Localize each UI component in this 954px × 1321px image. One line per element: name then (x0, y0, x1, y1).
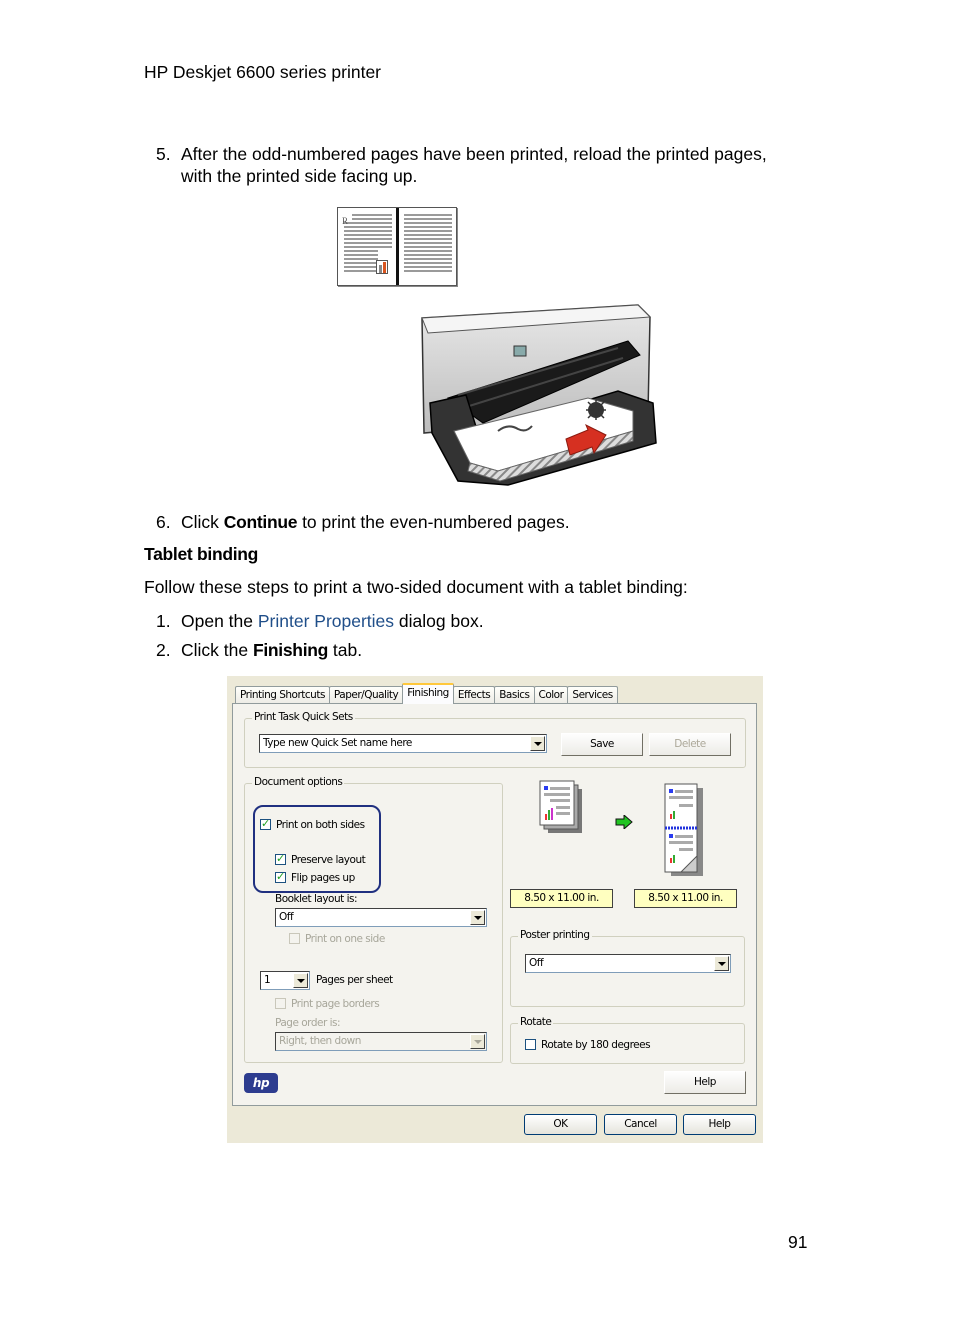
output-size-badge: 8.50 x 11.00 in. (634, 889, 737, 908)
quick-set-name-value: Type new Quick Set name here (263, 737, 412, 749)
tab-effects[interactable]: Effects (452, 686, 496, 704)
step-text: Click Continue to print the even-numbere… (181, 511, 570, 533)
print-both-sides-checkbox[interactable]: Print on both sides (260, 817, 365, 832)
quick-sets-group: Print Task Quick Sets Type new Quick Set… (244, 711, 746, 768)
preserve-layout-label: Preserve layout (291, 854, 366, 866)
print-page-borders-checkbox[interactable]: Print page borders (275, 998, 380, 1011)
panel-help-button[interactable]: Help (664, 1071, 746, 1094)
tab-color[interactable]: Color (533, 686, 569, 704)
step-text-prefix: Click (181, 512, 224, 532)
poster-printing-value: Off (529, 957, 544, 969)
continue-button-reference: Continue (223, 512, 298, 532)
tab-services[interactable]: Services (567, 686, 618, 704)
step-text-suffix: to print the even-numbered pages. (297, 512, 570, 532)
checkbox-unchecked-icon (275, 998, 286, 1009)
preserve-layout-checkbox[interactable]: Preserve layout (275, 852, 366, 867)
booklet-layout-combo[interactable]: Off (275, 908, 487, 927)
step-text-prefix: Click the (181, 640, 253, 660)
tab-basics[interactable]: Basics (494, 686, 535, 704)
chevron-down-icon[interactable] (470, 1034, 485, 1049)
print-both-sides-label: Print on both sides (276, 819, 365, 831)
step-text-prefix: Open the (181, 611, 258, 631)
single-page-preview-icon (539, 780, 582, 833)
booklet-layout-value: Off (279, 911, 294, 923)
flip-pages-up-label: Flip pages up (291, 872, 355, 884)
quick-set-name-combo[interactable]: Type new Quick Set name here (259, 734, 547, 753)
hp-logo-icon: hp (244, 1073, 278, 1093)
booklet-layout-label: Booklet layout is: (275, 893, 358, 905)
rotate-group: Rotate Rotate by 180 degrees (510, 1016, 745, 1064)
tablet-bound-preview-icon (664, 783, 703, 876)
print-page-borders-label: Print page borders (291, 998, 380, 1010)
step-text-line1: After the odd-numbered pages have been p… (181, 144, 767, 164)
step-1: 1. Open the Printer Properties dialog bo… (156, 610, 836, 632)
tab-paper-quality[interactable]: Paper/Quality (328, 686, 404, 704)
step-text-suffix: dialog box. (394, 611, 484, 631)
checkbox-checked-icon (275, 870, 286, 883)
step-number: 6. (156, 512, 171, 532)
poster-printing-combo[interactable]: Off (525, 954, 731, 973)
checkbox-unchecked-icon (289, 933, 300, 944)
step-number: 5. (156, 144, 171, 164)
pages-per-sheet-combo[interactable]: 1 (260, 971, 310, 990)
book-letter: R (342, 216, 349, 226)
checkbox-unchecked-icon (525, 1039, 536, 1050)
checkbox-checked-icon (275, 852, 286, 865)
chart-icon (376, 260, 388, 274)
pages-per-sheet-label: Pages per sheet (316, 974, 393, 986)
step-number: 2. (156, 640, 171, 660)
cancel-button[interactable]: Cancel (604, 1114, 677, 1135)
tab-finishing[interactable]: Finishing (402, 683, 454, 704)
delete-button[interactable]: Delete (649, 733, 731, 756)
page-order-value: Right, then down (279, 1035, 361, 1047)
finishing-tab-panel: Print Task Quick Sets Type new Quick Set… (232, 703, 757, 1106)
tab-strip: Printing Shortcuts Paper/Quality Finishi… (235, 683, 618, 704)
save-button[interactable]: Save (561, 733, 643, 756)
rotate-180-label: Rotate by 180 degrees (541, 1039, 651, 1051)
flip-pages-up-checkbox[interactable]: Flip pages up (275, 870, 355, 885)
chevron-down-icon[interactable] (714, 956, 729, 971)
print-on-one-side-checkbox[interactable]: Print on one side (289, 933, 385, 946)
finishing-tab-reference: Finishing (252, 640, 329, 660)
chevron-down-icon[interactable] (293, 973, 308, 988)
rotate-180-checkbox[interactable]: Rotate by 180 degrees (525, 1039, 651, 1052)
section-heading: Tablet binding (144, 544, 259, 564)
running-header: HP Deskjet 6600 series printer (144, 62, 382, 82)
step-5: 5. After the odd-numbered pages have bee… (156, 143, 836, 187)
document-options-legend: Document options (252, 776, 345, 788)
step-2: 2. Click the Finishing tab. (156, 639, 836, 661)
checkbox-checked-icon (260, 817, 271, 830)
printer-properties-dialog: Printing Shortcuts Paper/Quality Finishi… (227, 676, 763, 1143)
intro-paragraph: Follow these steps to print a two-sided … (144, 577, 688, 597)
arrow-right-icon (615, 815, 633, 829)
page-order-label: Page order is: (275, 1017, 341, 1029)
rotate-legend: Rotate (518, 1016, 554, 1028)
page-number: 91 (788, 1232, 808, 1252)
pages-per-sheet-value: 1 (264, 974, 271, 986)
hp-logo-icon (513, 345, 527, 357)
printer-loading-illustration (421, 304, 657, 486)
step-text: Click the Finishing tab. (181, 639, 362, 661)
help-button[interactable]: Help (683, 1114, 756, 1135)
book-right-page (404, 214, 452, 278)
source-size-badge: 8.50 x 11.00 in. (510, 889, 613, 908)
page-order-combo[interactable]: Right, then down (275, 1032, 487, 1051)
step-number: 1. (156, 611, 171, 631)
quick-sets-legend: Print Task Quick Sets (252, 711, 355, 723)
tablet-book-illustration: R (337, 207, 457, 286)
step-text-suffix: tab. (328, 640, 363, 660)
chevron-down-icon[interactable] (530, 736, 545, 751)
book-spine (396, 208, 399, 285)
poster-printing-group: Poster printing Off (510, 929, 745, 1007)
step-text: Open the Printer Properties dialog box. (181, 610, 484, 632)
poster-printing-legend: Poster printing (518, 929, 592, 941)
tab-printing-shortcuts[interactable]: Printing Shortcuts (235, 686, 330, 704)
printer-properties-link[interactable]: Printer Properties (258, 611, 394, 631)
step-6: 6. Click Continue to print the even-numb… (156, 511, 836, 533)
chevron-down-icon[interactable] (470, 910, 485, 925)
step-text-line2: with the printed side facing up. (181, 166, 418, 186)
ok-button[interactable]: OK (524, 1114, 597, 1135)
print-on-one-side-label: Print on one side (305, 933, 385, 945)
